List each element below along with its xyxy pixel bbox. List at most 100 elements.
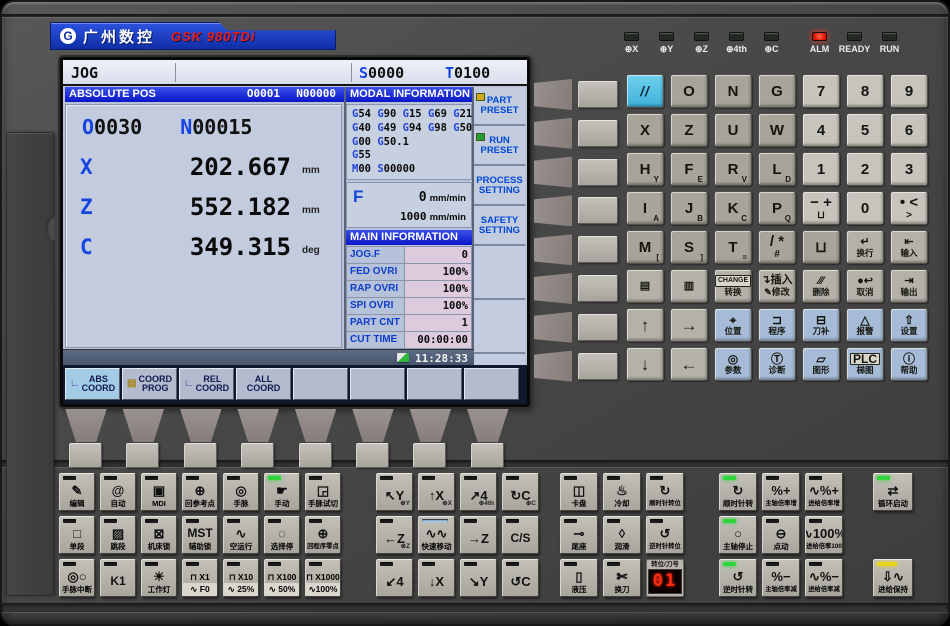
k1-button[interactable]: K1: [100, 559, 136, 597]
key-p-q[interactable]: PQ: [758, 191, 796, 225]
handwheel-trial-button[interactable]: ◲手脉试切: [305, 473, 341, 511]
key-5[interactable]: 5: [846, 113, 884, 147]
rapid-move-button[interactable]: ∿∿快速移动: [418, 516, 455, 554]
key-0[interactable]: 0: [846, 191, 884, 225]
program-key[interactable]: ⊐程序: [758, 308, 796, 342]
jog-4th-up-right-button[interactable]: ↗4⊕4th: [460, 473, 497, 511]
chuck-button[interactable]: ◫卡盘: [560, 473, 598, 511]
diagnosis-key[interactable]: Ⓣ诊断: [758, 347, 796, 381]
single-block-button[interactable]: □单段: [59, 516, 95, 554]
graphic-key[interactable]: ▱图形: [802, 347, 840, 381]
key-r-v[interactable]: RV: [714, 152, 752, 186]
tab-empty-5[interactable]: [293, 368, 348, 400]
spindle-override-down-button[interactable]: %−主轴倍率减: [762, 559, 800, 597]
safety-setting-button[interactable]: SAFETYSETTING: [474, 208, 525, 246]
lubrication-button[interactable]: ◊润滑: [603, 516, 641, 554]
bottom-softkey-1[interactable]: [69, 443, 102, 468]
jog-c-ccw-button[interactable]: ↺C: [502, 559, 539, 597]
input-key[interactable]: ⇤输入: [890, 230, 928, 264]
line-feed-key[interactable]: ↵换行: [846, 230, 884, 264]
key-w[interactable]: W: [758, 113, 796, 147]
point-key[interactable]: • <>: [890, 191, 928, 225]
spindle-cw-button[interactable]: ↻顺时针转: [719, 473, 757, 511]
cursor-up-key[interactable]: ↑: [626, 308, 664, 342]
tailstock-button[interactable]: ⊸尾座: [560, 516, 598, 554]
tool-offset-key[interactable]: ⊟刀补: [802, 308, 840, 342]
right-softkey-1[interactable]: [578, 81, 618, 108]
spindle-override-up-button[interactable]: %+主轴倍率增: [762, 473, 800, 511]
key-z[interactable]: Z: [670, 113, 708, 147]
tool-change-button[interactable]: ✄换刀: [603, 559, 641, 597]
key-h-y[interactable]: HY: [626, 152, 664, 186]
key-i-a[interactable]: IA: [626, 191, 664, 225]
run-preset-button[interactable]: RUNPRESET: [474, 128, 525, 166]
bottom-softkey-6[interactable]: [356, 443, 389, 468]
bottom-softkey-5[interactable]: [299, 443, 332, 468]
key-7[interactable]: 7: [802, 74, 840, 108]
reset-key[interactable]: //: [626, 74, 664, 108]
key-t[interactable]: T=: [714, 230, 752, 264]
bottom-softkey-8[interactable]: [471, 443, 504, 468]
alarm-key[interactable]: △报警: [846, 308, 884, 342]
tab-all-coord[interactable]: ALLCOORD: [236, 368, 291, 400]
page-down-key[interactable]: ▥: [670, 269, 708, 303]
setting-key[interactable]: ⇧设置: [890, 308, 928, 342]
manual-mode-button[interactable]: ☛手动: [264, 473, 300, 511]
handwheel-interrupt-button[interactable]: ◎○手脉中断: [59, 559, 95, 597]
key-o[interactable]: O: [670, 74, 708, 108]
key-n[interactable]: N: [714, 74, 752, 108]
tab-rel-coord[interactable]: ∟RELCOORD: [179, 368, 234, 400]
optional-stop-button[interactable]: ◌选择停: [264, 516, 300, 554]
key-9[interactable]: 9: [890, 74, 928, 108]
cs-switch-button[interactable]: C/S: [502, 516, 539, 554]
delete-key[interactable]: ∕∕∕删除: [802, 269, 840, 303]
jog-c-cw-button[interactable]: ↻C⊕C: [502, 473, 539, 511]
key-8[interactable]: 8: [846, 74, 884, 108]
key-4[interactable]: 4: [802, 113, 840, 147]
edit-mode-button[interactable]: ✎编辑: [59, 473, 95, 511]
turret-cw-button[interactable]: ↻顺时针转位: [646, 473, 684, 511]
cursor-down-key[interactable]: ↓: [626, 347, 664, 381]
key-s[interactable]: S]: [670, 230, 708, 264]
help-key[interactable]: ⓘ帮助: [890, 347, 928, 381]
right-softkey-4[interactable]: [578, 197, 618, 224]
right-softkey-6[interactable]: [578, 275, 618, 302]
output-key[interactable]: ⇥输出: [890, 269, 928, 303]
work-light-button[interactable]: ☀工作灯: [141, 559, 177, 597]
coolant-button[interactable]: ♨冷却: [603, 473, 641, 511]
right-softkey-2[interactable]: [578, 120, 618, 147]
jog-4th-down-left-button[interactable]: ↙4: [376, 559, 413, 597]
sign-key[interactable]: − +⊔: [802, 191, 840, 225]
increment-x10-button[interactable]: ⊓ X10∿ 25%: [223, 559, 259, 597]
right-softkey-7[interactable]: [578, 314, 618, 341]
ladder-key[interactable]: PLC梯图: [846, 347, 884, 381]
feed-override-100-button[interactable]: ∿100%进给倍率100: [805, 516, 843, 554]
right-softkey-3[interactable]: [578, 159, 618, 186]
feed-hold-button[interactable]: ⇩∿进给保持: [873, 559, 913, 597]
cursor-right-key[interactable]: →: [670, 308, 708, 342]
spindle-jog-button[interactable]: ⊖点动: [762, 516, 800, 554]
key-1[interactable]: 1: [802, 152, 840, 186]
hydraulic-button[interactable]: ▯液压: [560, 559, 598, 597]
increment-x1-button[interactable]: ⊓ X1∿ F0: [182, 559, 218, 597]
slash-pound-key[interactable]: / *#: [758, 230, 796, 264]
key-x[interactable]: X: [626, 113, 664, 147]
handwheel-mode-button[interactable]: ◎手脉: [223, 473, 259, 511]
auto-mode-button[interactable]: @自动: [100, 473, 136, 511]
right-softkey-8[interactable]: [578, 353, 618, 380]
dry-run-button[interactable]: ∿空运行: [223, 516, 259, 554]
jog-x-down-button[interactable]: ↓X: [418, 559, 455, 597]
jog-y-down-right-button[interactable]: ↘Y: [460, 559, 497, 597]
key-l-d[interactable]: LD: [758, 152, 796, 186]
key-2[interactable]: 2: [846, 152, 884, 186]
feed-override-down-button[interactable]: ∿%−进给倍率减: [805, 559, 843, 597]
bottom-softkey-3[interactable]: [184, 443, 217, 468]
feed-override-up-button[interactable]: ∿%+进给倍率增: [805, 473, 843, 511]
tab-empty-7[interactable]: [407, 368, 462, 400]
block-skip-button[interactable]: ▨跳段: [100, 516, 136, 554]
tab-empty-8[interactable]: [464, 368, 519, 400]
aux-lock-button[interactable]: MST辅助锁: [182, 516, 218, 554]
cursor-left-key[interactable]: ←: [670, 347, 708, 381]
bottom-softkey-7[interactable]: [413, 443, 446, 468]
increment-x100-button[interactable]: ⊓ X100∿ 50%: [264, 559, 300, 597]
